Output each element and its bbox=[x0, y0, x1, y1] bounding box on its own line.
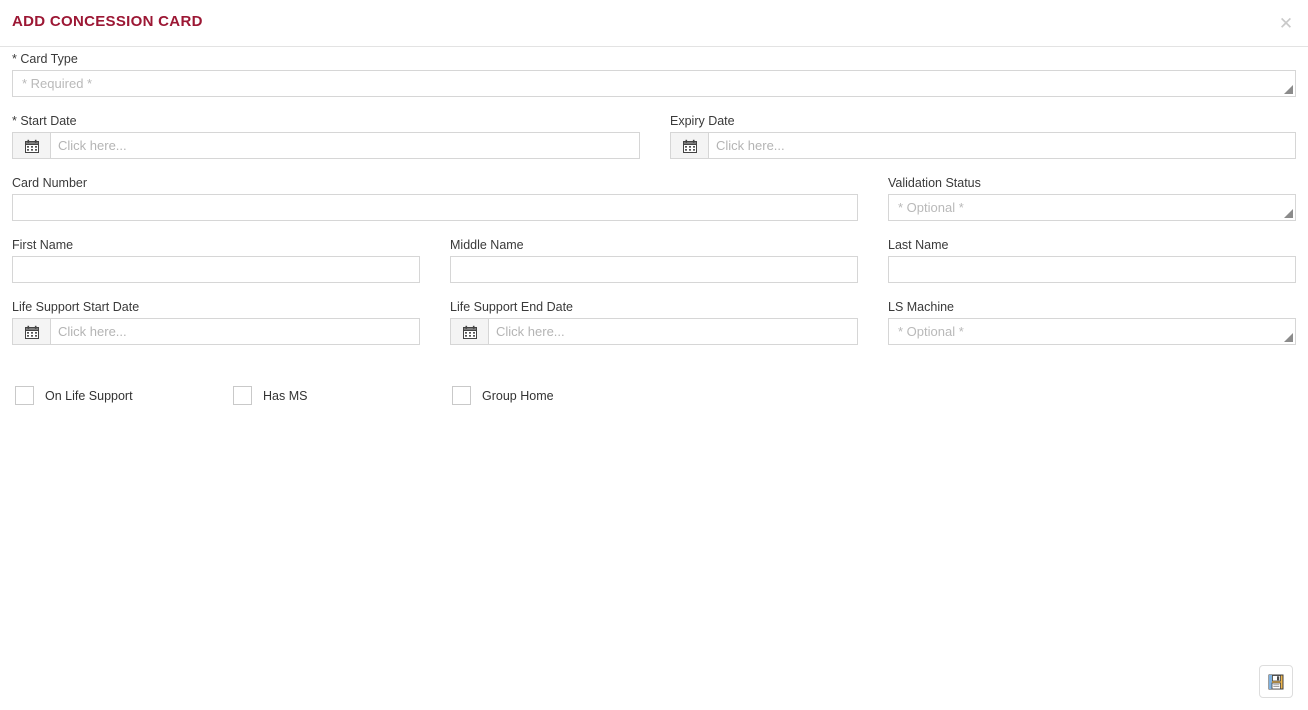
checkbox-row-group-home: Group Home bbox=[452, 386, 554, 405]
start-date-input[interactable] bbox=[50, 132, 640, 159]
label-middle-name: Middle Name bbox=[450, 238, 524, 252]
label-expiry-date: Expiry Date bbox=[670, 114, 735, 128]
label-start-date: * Start Date bbox=[12, 114, 77, 128]
label-life-support-end-date: Life Support End Date bbox=[450, 300, 573, 314]
middle-name-input[interactable] bbox=[450, 256, 858, 283]
group-home-label: Group Home bbox=[482, 388, 554, 403]
card-number-input[interactable] bbox=[12, 194, 858, 221]
page-title: ADD CONCESSION CARD bbox=[12, 13, 203, 30]
card-type-dropdown[interactable]: * Required * bbox=[12, 70, 1296, 97]
on-life-support-checkbox[interactable] bbox=[15, 386, 34, 405]
validation-status-value: * Optional * bbox=[898, 200, 964, 215]
ls-machine-dropdown[interactable]: * Optional * bbox=[888, 318, 1296, 345]
chevron-down-icon bbox=[1284, 209, 1293, 218]
save-button[interactable] bbox=[1259, 665, 1293, 698]
checkbox-row-on-life-support: On Life Support bbox=[15, 386, 133, 405]
life-support-start-date-picker bbox=[12, 318, 420, 345]
label-life-support-start-date: Life Support Start Date bbox=[12, 300, 140, 314]
calendar-icon[interactable] bbox=[450, 318, 488, 345]
calendar-icon[interactable] bbox=[12, 132, 50, 159]
validation-status-dropdown[interactable]: * Optional * bbox=[888, 194, 1296, 221]
label-card-type: * Card Type bbox=[12, 52, 78, 66]
life-support-start-date-input[interactable] bbox=[50, 318, 420, 345]
has-ms-checkbox[interactable] bbox=[233, 386, 252, 405]
life-support-end-date-input[interactable] bbox=[488, 318, 858, 345]
panel-header: ADD CONCESSION CARD ✕ bbox=[0, 0, 1308, 47]
save-icon bbox=[1268, 674, 1284, 689]
has-ms-label: Has MS bbox=[263, 388, 308, 403]
group-home-checkbox[interactable] bbox=[452, 386, 471, 405]
label-ls-machine: LS Machine bbox=[888, 300, 955, 314]
card-type-value: * Required * bbox=[22, 76, 93, 91]
checkbox-row-has-ms: Has MS bbox=[233, 386, 307, 405]
label-validation-status: Validation Status bbox=[888, 176, 981, 190]
last-name-input[interactable] bbox=[888, 256, 1296, 283]
chevron-down-icon bbox=[1284, 333, 1293, 342]
ls-machine-value: * Optional * bbox=[898, 324, 964, 339]
calendar-icon[interactable] bbox=[12, 318, 50, 345]
label-first-name: First Name bbox=[12, 238, 74, 252]
first-name-input[interactable] bbox=[12, 256, 420, 283]
expiry-date-input[interactable] bbox=[708, 132, 1296, 159]
close-icon[interactable]: ✕ bbox=[1276, 14, 1296, 34]
calendar-icon[interactable] bbox=[670, 132, 708, 159]
chevron-down-icon bbox=[1284, 85, 1293, 94]
label-card-number: Card Number bbox=[12, 176, 88, 190]
label-last-name: Last Name bbox=[888, 238, 949, 252]
life-support-end-date-picker bbox=[450, 318, 858, 345]
add-concession-card-panel: ADD CONCESSION CARD ✕ * Card Type * Requ… bbox=[0, 0, 1308, 710]
start-date-picker bbox=[12, 132, 640, 159]
on-life-support-label: On Life Support bbox=[45, 388, 133, 403]
expiry-date-picker bbox=[670, 132, 1296, 159]
